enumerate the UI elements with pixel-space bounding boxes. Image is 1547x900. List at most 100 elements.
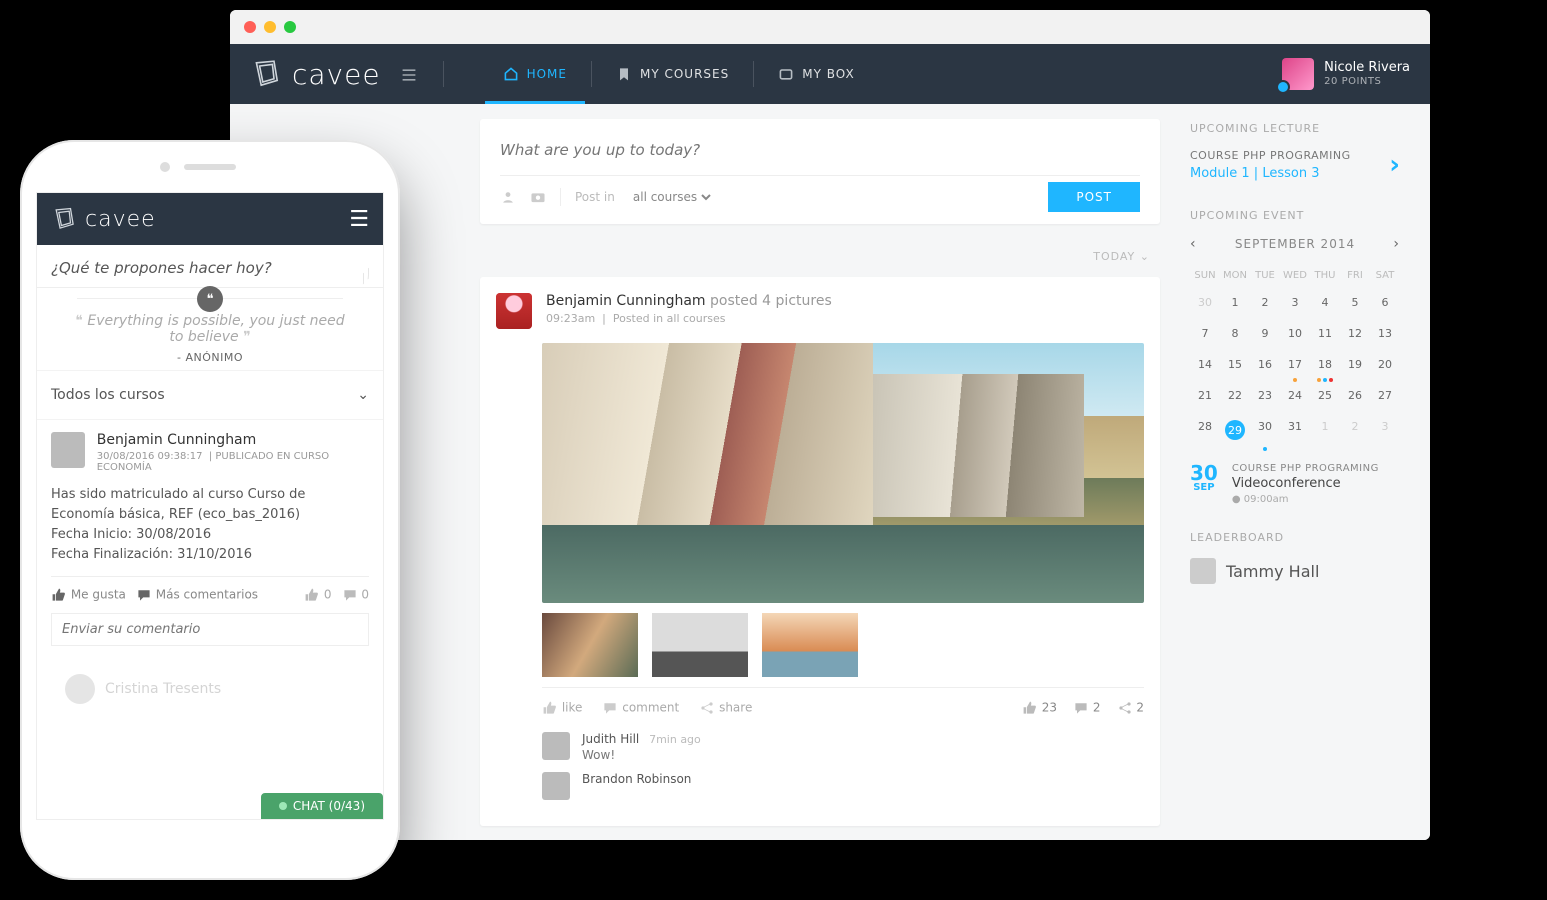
- calendar-day[interactable]: 7: [1190, 318, 1220, 349]
- post-thumbnail[interactable]: [762, 613, 858, 677]
- thumb-up-icon: [1022, 700, 1038, 716]
- post-main-image[interactable]: [542, 343, 1144, 603]
- comment-avatar[interactable]: [542, 732, 570, 760]
- calendar-day[interactable]: 27: [1370, 380, 1400, 411]
- user-menu[interactable]: Nicole Rivera 20 POINTS: [1282, 58, 1410, 90]
- like-button[interactable]: like: [542, 700, 582, 716]
- calendar-day[interactable]: 12: [1340, 318, 1370, 349]
- home-icon: [503, 66, 519, 82]
- postin-select[interactable]: all courses: [629, 189, 714, 205]
- toolbar-separator: [560, 188, 561, 206]
- calendar-day[interactable]: 21: [1190, 380, 1220, 411]
- calendar-day[interactable]: 1: [1220, 287, 1250, 318]
- calendar-next[interactable]: ›: [1393, 236, 1400, 252]
- brand-name: cavee: [292, 58, 381, 91]
- leaderboard-avatar: [1190, 558, 1216, 584]
- calendar-day[interactable]: 1: [1310, 411, 1340, 449]
- mobile-more-comments[interactable]: Más comentarios: [136, 587, 258, 603]
- post-author-name[interactable]: Benjamin Cunningham: [546, 293, 706, 309]
- calendar-day[interactable]: 11: [1310, 318, 1340, 349]
- calendar-day[interactable]: 10: [1280, 318, 1310, 349]
- feed-post: Benjamin Cunningham posted 4 pictures 09…: [480, 277, 1160, 826]
- nav-my-box[interactable]: MY BOX: [760, 44, 872, 104]
- calendar-day[interactable]: 19: [1340, 349, 1370, 380]
- upcoming-lecture-card[interactable]: COURSE PHP PROGRAMING Module 1 | Lesson …: [1190, 149, 1400, 181]
- calendar-day[interactable]: 14: [1190, 349, 1220, 380]
- calendar-day[interactable]: 24: [1280, 380, 1310, 411]
- feed-filter[interactable]: TODAY ⌄: [480, 244, 1160, 277]
- calendar-day[interactable]: 5: [1340, 287, 1370, 318]
- calendar-day[interactable]: 4: [1310, 287, 1340, 318]
- calendar-day[interactable]: 30: [1190, 287, 1220, 318]
- calendar-day[interactable]: 28: [1190, 411, 1220, 449]
- share-icon: [699, 700, 715, 716]
- calendar-day[interactable]: 3: [1280, 287, 1310, 318]
- share-icon: [1117, 700, 1133, 716]
- brand-logo[interactable]: cavee: [250, 58, 381, 91]
- calendar-day[interactable]: 31: [1280, 411, 1310, 449]
- calendar-day[interactable]: 13: [1370, 318, 1400, 349]
- nav-my-box-label: MY BOX: [802, 67, 854, 81]
- mobile-courses-dropdown[interactable]: Todos los cursos ⌄: [37, 370, 383, 420]
- calendar-day[interactable]: 9: [1250, 318, 1280, 349]
- window-close-icon[interactable]: [244, 21, 256, 33]
- mobile-post-avatar[interactable]: [51, 432, 85, 468]
- compose-toolbar: Post in all courses POST: [500, 176, 1140, 212]
- calendar-day[interactable]: 18: [1310, 349, 1340, 380]
- mobile-post-author[interactable]: Benjamin Cunningham: [97, 432, 369, 448]
- postin-label: Post in: [575, 190, 615, 204]
- post-header: Benjamin Cunningham posted 4 pictures 09…: [496, 293, 1144, 329]
- notification-badge-icon: [1276, 80, 1290, 94]
- comment-author[interactable]: Brandon Robinson: [582, 772, 691, 786]
- mobile-compose-input[interactable]: ¿Qué te propones hacer hoy? ⟋⟋: [37, 245, 383, 288]
- comment-row: Brandon Robinson: [542, 772, 1144, 800]
- calendar-day[interactable]: 8: [1220, 318, 1250, 349]
- comment-button[interactable]: comment: [602, 700, 679, 716]
- user-avatar: [1282, 58, 1314, 90]
- leaderboard-item[interactable]: Tammy Hall: [1190, 558, 1400, 584]
- hamburger-icon[interactable]: [401, 65, 417, 84]
- calendar-day[interactable]: 15: [1220, 349, 1250, 380]
- calendar-day[interactable]: 22: [1220, 380, 1250, 411]
- comment-count: 2: [1073, 700, 1100, 716]
- tag-user-icon[interactable]: [500, 189, 516, 205]
- mobile-like-button[interactable]: Me gusta: [51, 587, 126, 603]
- mobile-chat-bar[interactable]: CHAT (0/43): [261, 793, 383, 819]
- share-button[interactable]: share: [699, 700, 752, 716]
- calendar-day[interactable]: 29: [1220, 411, 1250, 449]
- calendar-day[interactable]: 23: [1250, 380, 1280, 411]
- mobile-comment-input[interactable]: [51, 613, 369, 646]
- mobile-like-count: 0: [304, 587, 331, 603]
- mobile-brand-logo[interactable]: cavee: [51, 206, 156, 232]
- calendar-prev[interactable]: ‹: [1190, 236, 1197, 252]
- mobile-hamburger-icon[interactable]: ☰: [349, 207, 369, 232]
- compose-box: Post in all courses POST: [480, 119, 1160, 224]
- window-zoom-icon[interactable]: [284, 21, 296, 33]
- event-card[interactable]: 30 SEP COURSE PHP PROGRAMING Videoconfer…: [1190, 463, 1400, 505]
- calendar-day[interactable]: 6: [1370, 287, 1400, 318]
- calendar-day[interactable]: 30: [1250, 411, 1280, 449]
- compose-input[interactable]: [500, 135, 1140, 176]
- calendar-day[interactable]: 25: [1310, 380, 1340, 411]
- calendar-dow: THU: [1310, 264, 1340, 287]
- calendar-day[interactable]: 3: [1370, 411, 1400, 449]
- nav-my-courses-label: MY COURSES: [640, 67, 729, 81]
- calendar-day[interactable]: 17: [1280, 349, 1310, 380]
- comment-author[interactable]: Judith Hill: [582, 732, 639, 746]
- calendar-day[interactable]: 26: [1340, 380, 1370, 411]
- post-author-avatar[interactable]: [496, 293, 532, 329]
- calendar-day[interactable]: 2: [1250, 287, 1280, 318]
- calendar-day[interactable]: 20: [1370, 349, 1400, 380]
- calendar-day[interactable]: 2: [1340, 411, 1370, 449]
- camera-icon[interactable]: [530, 189, 546, 205]
- nav-my-courses[interactable]: MY COURSES: [598, 44, 747, 104]
- quote-text: ❝ Everything is possible, you just need …: [67, 313, 353, 345]
- comment-avatar[interactable]: [542, 772, 570, 800]
- post-thumbnail[interactable]: [542, 613, 638, 677]
- post-thumbnail[interactable]: [652, 613, 748, 677]
- window-minimize-icon[interactable]: [264, 21, 276, 33]
- nav-home[interactable]: HOME: [485, 44, 585, 104]
- post-button[interactable]: POST: [1048, 182, 1140, 212]
- mobile-courses-label: Todos los cursos: [51, 387, 165, 403]
- calendar-day[interactable]: 16: [1250, 349, 1280, 380]
